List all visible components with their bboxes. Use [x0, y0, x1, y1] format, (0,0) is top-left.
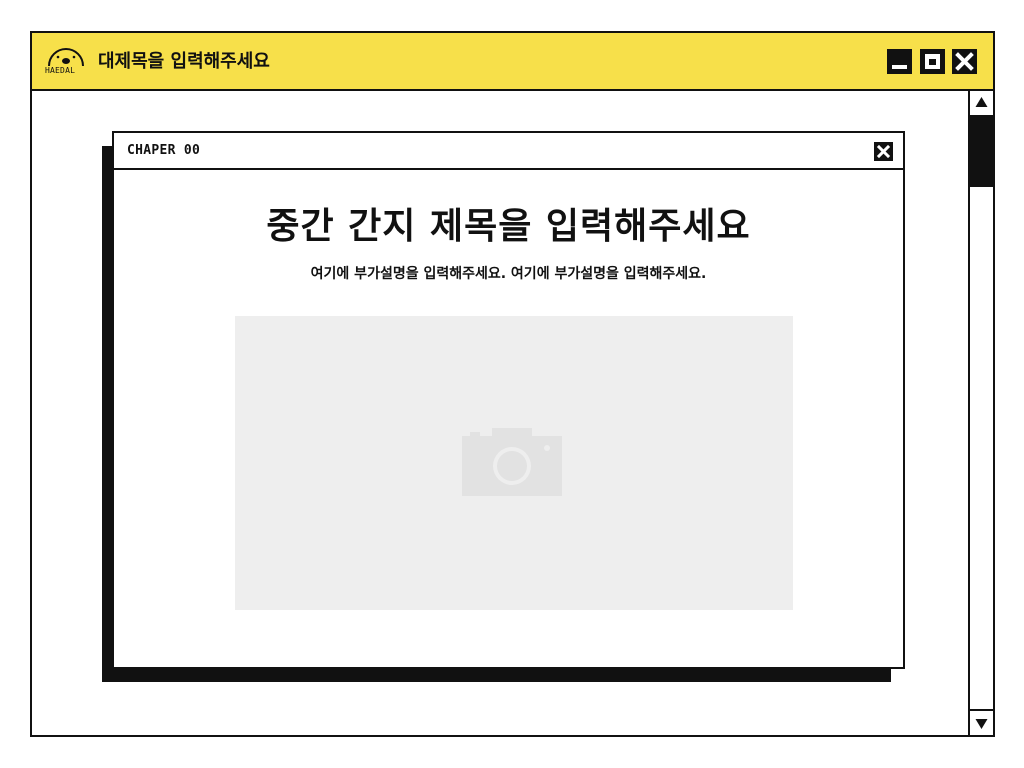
dialog-header[interactable]: CHAPER 00 — [114, 133, 903, 170]
image-placeholder[interactable] — [235, 316, 793, 610]
arrow-down-icon — [975, 719, 988, 729]
close-icon — [876, 144, 891, 159]
chapter-dialog: CHAPER 00 중간 간지 제목을 입력해주세요 여기에 부가설명을 입력해… — [112, 131, 905, 669]
window-title: 대제목을 입력해주세요 — [98, 51, 270, 72]
title-bar[interactable]: HAEDAL 대제목을 입력해주세요 — [32, 33, 993, 91]
camera-icon — [462, 428, 562, 496]
minimize-button[interactable] — [887, 49, 912, 74]
maximize-button[interactable] — [920, 49, 945, 74]
close-button[interactable] — [952, 49, 977, 74]
minimize-icon — [892, 65, 907, 69]
arrow-up-icon — [975, 97, 988, 107]
haedal-logo-icon: HAEDAL — [45, 44, 87, 80]
chapter-label: CHAPER 00 — [127, 143, 201, 158]
section-description: 여기에 부가설명을 입력해주세요. 여기에 부가설명을 입력해주세요. — [310, 266, 707, 282]
scroll-thumb[interactable] — [970, 117, 993, 187]
scroll-up-button[interactable] — [970, 91, 993, 117]
logo-text: HAEDAL — [45, 66, 76, 75]
maximize-icon — [925, 54, 940, 69]
scrollbar[interactable] — [968, 91, 993, 735]
section-heading: 중간 간지 제목을 입력해주세요 — [266, 206, 751, 247]
dialog-close-button[interactable] — [874, 142, 893, 161]
close-icon — [955, 52, 974, 71]
scroll-down-button[interactable] — [970, 709, 993, 735]
